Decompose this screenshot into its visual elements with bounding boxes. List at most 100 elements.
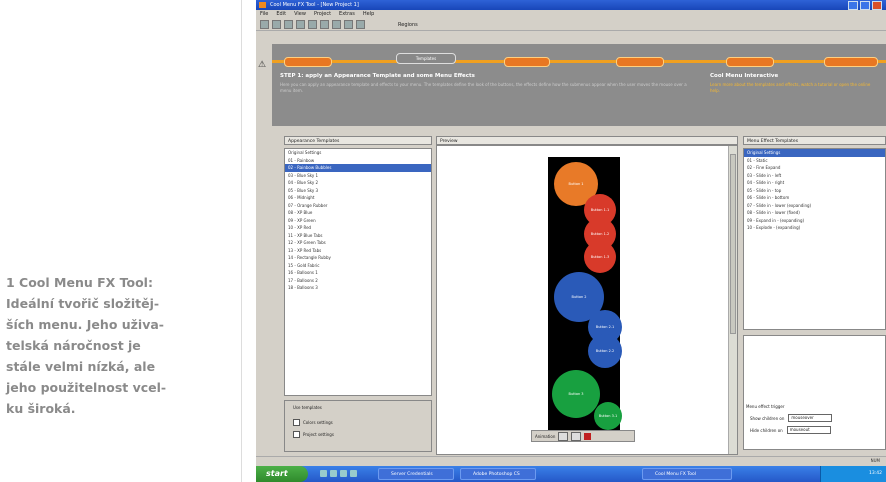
menu-view[interactable]: View [294,10,306,19]
explorer-icon[interactable] [340,470,347,477]
menu-effect-item[interactable]: 04 - Slide in - right [744,179,885,187]
task-photoshop[interactable]: Adobe Photoshop CS [460,468,536,480]
step-generate[interactable] [824,57,878,67]
show-children-row: Show children on mouseover [750,414,833,422]
appearance-template-item[interactable]: 12 - XP Green Tabs [285,239,431,247]
media-icon[interactable] [350,470,357,477]
appearance-template-item[interactable]: 09 - XP Green [285,217,431,225]
menu-effect-list[interactable]: Original Settings 01 - Static 02 - Fine Ex… [743,148,886,330]
menu-effect-item[interactable]: 09 - Expand in - (expanding) [744,217,885,225]
play-icon[interactable] [558,431,569,441]
appearance-template-item[interactable]: 17 - Balloons 2 [285,277,431,285]
menu-bubble[interactable]: Button 1.3 [584,241,616,273]
copy-icon[interactable] [308,20,317,29]
menu-effect-item[interactable]: 03 - Slide in - left [744,172,885,180]
menu-help[interactable]: Help [363,10,374,19]
menu-bubble-label: Button 2.1 [595,325,615,329]
colors-settings-option[interactable]: Colors settings [293,419,333,426]
project-settings-option[interactable]: Project settings [293,431,334,438]
menu-effect-item[interactable]: 10 - Explode - (expanding) [744,224,885,232]
appearance-template-item[interactable]: 08 - XP Blue [285,209,431,217]
menu-effect-item[interactable]: 05 - Slide in - top [744,187,885,195]
status-text: NUM [870,458,880,463]
appearance-template-item[interactable]: 18 - Balloons 3 [285,284,431,292]
checkbox-icon[interactable] [293,431,300,438]
pause-icon[interactable] [571,431,582,441]
undo-icon[interactable] [332,20,341,29]
checkbox-icon[interactable] [293,419,300,426]
minimize-icon[interactable] [848,1,858,10]
menu-effect-item[interactable]: 02 - Fine Expand [744,164,885,172]
menu-project[interactable]: Project [314,10,331,19]
appearance-template-item[interactable]: 13 - XP Red Tabs [285,247,431,255]
open-icon[interactable] [272,20,281,29]
desktop-icon[interactable] [330,470,337,477]
interactive-links[interactable]: Learn more about the templates and effec… [710,82,880,94]
maximize-icon[interactable] [860,1,870,10]
title-bar[interactable]: Cool Menu FX Tool - [New Project 1] [256,0,886,10]
step-design[interactable] [616,57,664,67]
step-title: STEP 1: apply an Appearance Template and… [280,73,475,79]
menu-effect-item[interactable]: 01 - Static [744,157,885,165]
animation-label: Animation [535,433,556,439]
menu-file[interactable]: File [260,10,268,19]
close-icon[interactable] [872,1,882,10]
step-new-project[interactable] [284,57,332,67]
menu-edit[interactable]: Edit [276,10,286,19]
menu-effect-item[interactable]: Original Settings [744,149,885,157]
menu-bubble[interactable]: Button 2.2 [588,334,622,368]
step-templates[interactable]: Templates [396,53,456,64]
menu-bubble-label: Button 2.2 [595,349,615,353]
redo-icon[interactable] [344,20,353,29]
step-structure[interactable] [504,57,550,67]
show-children-select[interactable]: mouseover [788,414,833,422]
cut-icon[interactable] [296,20,305,29]
appearance-template-item[interactable]: 16 - Balloons 1 [285,269,431,277]
preview-header: Preview [436,136,738,145]
appearance-templates-list[interactable]: Original Settings 01 - Rainbow 02 - Rainbo… [284,148,432,396]
menu-bubble-label: Button 1 [568,182,584,186]
menu-effect-item[interactable]: 06 - Slide in - bottom [744,194,885,202]
start-button[interactable]: start [256,466,308,482]
scrollbar-thumb[interactable] [730,154,736,334]
appearance-template-item[interactable]: 07 - Orange Rubber [285,202,431,210]
appearance-template-item[interactable]: 10 - XP Red [285,224,431,232]
menu-bar: File Edit View Project Extras Help [256,10,886,19]
menu-effect-item[interactable]: 07 - Slide in - lower (expanding) [744,202,885,210]
appearance-template-item[interactable]: 01 - Rainbow [285,157,431,165]
task-server-credentials[interactable]: Server Credentials [378,468,454,480]
caption-line: Ideální tvořič složitěj- [6,296,160,311]
app-window: Cool Menu FX Tool - [New Project 1] File… [256,0,886,482]
appearance-template-item[interactable]: 04 - Blue Sky 2 [285,179,431,187]
stop-icon[interactable] [584,432,592,440]
region-select[interactable]: Regions [398,22,418,28]
preview-scrollbar[interactable] [728,146,737,454]
task-cool-menu[interactable]: Cool Menu FX Tool [642,468,732,480]
paste-icon[interactable] [320,20,329,29]
menu-extras[interactable]: Extras [339,10,355,19]
appearance-template-item[interactable]: 15 - Gold Fabric [285,262,431,270]
appearance-template-item[interactable]: 14 - Rectangle Rubby [285,254,431,262]
new-icon[interactable] [260,20,269,29]
menu-bubble[interactable]: Button 3 [552,370,600,418]
caption-line: ších menu. Jeho uživa- [6,317,164,332]
caption-line: 1 Cool Menu FX Tool: [6,275,153,290]
appearance-template-item[interactable]: 03 - Blue Sky 1 [285,172,431,180]
menu-bubble-label: Button 1.1 [590,208,610,212]
help-icon[interactable] [356,20,365,29]
appearance-template-item[interactable]: 11 - XP Blue Tabs [285,232,431,240]
hide-children-select[interactable]: mouseout [786,426,831,434]
ie-icon[interactable] [320,470,327,477]
trigger-label: Menu effect trigger [746,404,785,409]
step-options[interactable] [726,57,774,67]
menu-bubble[interactable]: Button 3.1 [594,402,622,430]
appearance-template-item[interactable]: 05 - Blue Sky 3 [285,187,431,195]
system-tray: 13:42 [820,466,886,482]
menu-effect-item[interactable]: 08 - Slide in - lower (fixed) [744,209,885,217]
appearance-template-item[interactable]: Original Settings [285,149,431,157]
appearance-template-item[interactable]: 06 - Midnight [285,194,431,202]
appearance-template-item[interactable]: 02 - Rainbow Bubbles [285,164,431,172]
save-icon[interactable] [284,20,293,29]
use-templates-group: Use templates Colors settings Project se… [284,400,432,452]
window-controls [848,1,882,10]
